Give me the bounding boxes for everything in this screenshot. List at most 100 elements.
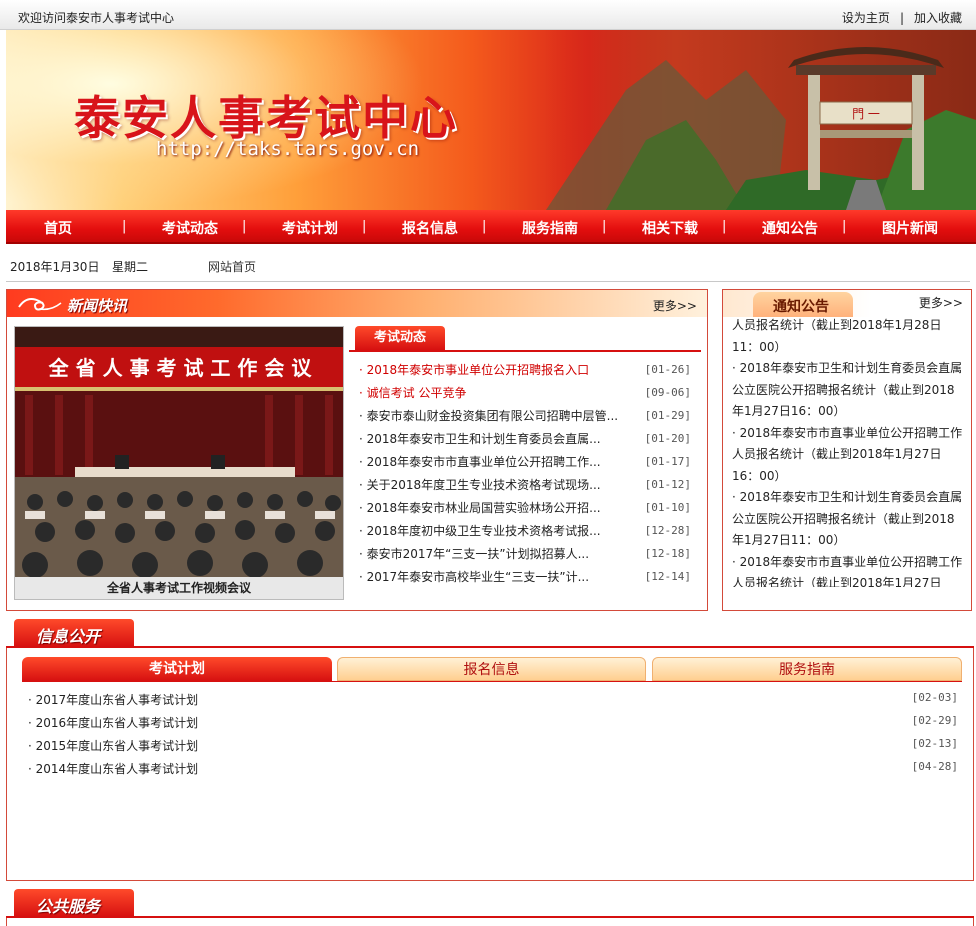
nav-service-guide[interactable]: 服务指南 xyxy=(500,218,600,238)
news-item-title[interactable]: · 2018年泰安市市直事业单位公开招聘工作... xyxy=(359,453,629,471)
public-service-title: 公共服务 xyxy=(36,897,101,916)
nav-registration-info[interactable]: 报名信息 xyxy=(380,218,480,238)
nav-separator: | xyxy=(362,219,367,234)
photo-caption[interactable]: 全省人事考试工作视频会议 xyxy=(15,577,343,599)
nav-downloads[interactable]: 相关下载 xyxy=(620,218,720,238)
list-item[interactable]: · 2018年泰安市事业单位公开招聘报名入口 [01-26] xyxy=(359,359,699,382)
tab-service-guide[interactable]: 服务指南 xyxy=(652,657,962,681)
site-home-link[interactable]: 网站首页 xyxy=(208,258,256,275)
news-panel: 全 省 人 事 考 试 工 作 会 议 全省人事考试工作视频会议 考试动态 · … xyxy=(6,317,708,611)
news-item-date: [01-17] xyxy=(644,455,691,468)
nav-exam-plan[interactable]: 考试计划 xyxy=(260,218,360,238)
list-item[interactable]: · 泰安市泰山财金投资集团有限公司招聘中层管... [01-29] xyxy=(359,405,699,428)
notice-item[interactable]: · 2018年泰安市市直事业单位公开招聘工作人员报名统计（截止到2018年1月2… xyxy=(732,552,964,588)
nav-separator: | xyxy=(842,219,847,234)
list-item[interactable]: · 2017年泰安市高校毕业生“三支一扶”计... [12-14] xyxy=(359,566,699,589)
nav-separator: | xyxy=(482,219,487,234)
main-nav: 首页 | 考试动态 | 考试计划 | 报名信息 | 服务指南 | 相关下载 | … xyxy=(6,210,976,244)
news-item-date: [01-26] xyxy=(644,363,691,376)
taishan-gate-scene: 門 一 xyxy=(546,30,976,210)
plan-item-title[interactable]: · 2016年度山东省人事考试计划 xyxy=(28,714,198,731)
news-item-title[interactable]: · 2018年泰安市卫生和计划生育委员会直属... xyxy=(359,430,629,448)
nav-separator: | xyxy=(242,219,247,234)
news-item-date: [12-14] xyxy=(644,570,691,583)
nav-separator: | xyxy=(722,219,727,234)
news-photo[interactable]: 全 省 人 事 考 试 工 作 会 议 全省人事考试工作视频会议 xyxy=(14,326,344,600)
list-item[interactable]: · 2018年泰安市卫生和计划生育委员会直属... [01-20] xyxy=(359,428,699,451)
notice-panel-header: 通知公告 更多>> xyxy=(722,289,972,318)
top-bar: 欢迎访问泰安市人事考试中心 设为主页 | 加入收藏 xyxy=(0,0,976,30)
news-panel-header: 新闻快讯 更多>> xyxy=(6,289,708,317)
news-item-date: [01-10] xyxy=(644,501,691,514)
list-item[interactable]: · 2017年度山东省人事考试计划 [02-03] xyxy=(28,688,958,711)
header-banner: 門 一 泰安人事考试中心 http://taks.tars.gov.cn xyxy=(6,30,976,210)
nav-separator: | xyxy=(122,219,127,234)
plan-item-date: [02-03] xyxy=(911,691,958,704)
nav-exam-news[interactable]: 考试动态 xyxy=(140,218,240,238)
news-item-date: [09-06] xyxy=(644,386,691,399)
tab-registration-info[interactable]: 报名信息 xyxy=(337,657,646,681)
list-item[interactable]: · 2018年度初中级卫生专业技术资格考试报... [12-28] xyxy=(359,520,699,543)
news-item-date: [12-28] xyxy=(644,524,691,537)
notice-scroll-list[interactable]: 人员报名统计（截止到2018年1月28日11：00） · 2018年泰安市卫生和… xyxy=(732,317,964,587)
nav-photo-news[interactable]: 图片新闻 xyxy=(860,218,960,238)
news-item-date: [12-18] xyxy=(644,547,691,560)
gate-sign-text: 門 一 xyxy=(852,107,880,121)
public-service-panel xyxy=(6,918,974,926)
list-item[interactable]: · 2016年度山东省人事考试计划 [02-29] xyxy=(28,711,958,734)
notice-panel: 人员报名统计（截止到2018年1月28日11：00） · 2018年泰安市卫生和… xyxy=(722,317,972,611)
date-bar: 2018年1月30日 星期二 网站首页 xyxy=(6,248,970,282)
notice-item[interactable]: · 2018年泰安市卫生和计划生育委员会直属公立医院公开招聘报名统计（截止到20… xyxy=(732,358,964,423)
top-links: 设为主页 | 加入收藏 xyxy=(842,9,962,26)
tab-underline xyxy=(349,350,701,352)
plan-item-title[interactable]: · 2014年度山东省人事考试计划 xyxy=(28,760,198,777)
plan-item-title[interactable]: · 2015年度山东省人事考试计划 xyxy=(28,737,198,754)
news-item-title[interactable]: · 2018年度初中级卫生专业技术资格考试报... xyxy=(359,522,629,540)
news-item-date: [01-20] xyxy=(644,432,691,445)
list-item[interactable]: · 2015年度山东省人事考试计划 [02-13] xyxy=(28,734,958,757)
news-item-title[interactable]: · 2017年泰安市高校毕业生“三支一扶”计... xyxy=(359,568,629,586)
photo-banner-text: 全 省 人 事 考 试 工 作 会 议 xyxy=(48,356,313,380)
news-item-title[interactable]: · 泰安市泰山财金投资集团有限公司招聘中层管... xyxy=(359,407,629,425)
nav-separator: | xyxy=(602,219,607,234)
public-service-tab: 公共服务 xyxy=(14,889,134,917)
top-separator: | xyxy=(899,11,904,25)
list-item[interactable]: · 泰安市2017年“三支一扶”计划拟招募人... [12-18] xyxy=(359,543,699,566)
current-weekday: 星期二 xyxy=(112,260,149,274)
list-item[interactable]: · 2014年度山东省人事考试计划 [04-28] xyxy=(28,757,958,780)
exam-plan-list: · 2017年度山东省人事考试计划 [02-03] · 2016年度山东省人事考试… xyxy=(28,688,958,780)
plan-item-date: [02-13] xyxy=(911,737,958,750)
set-home-link[interactable]: 设为主页 xyxy=(842,11,890,25)
current-date: 2018年1月30日 xyxy=(10,260,100,274)
plan-item-date: [02-29] xyxy=(911,714,958,727)
news-item-title[interactable]: · 诚信考试 公平竞争 xyxy=(359,384,629,402)
list-item[interactable]: · 诚信考试 公平竞争 [09-06] xyxy=(359,382,699,405)
nav-notices[interactable]: 通知公告 xyxy=(740,218,840,238)
plan-item-title[interactable]: · 2017年度山东省人事考试计划 xyxy=(28,691,198,708)
tab-exam-news[interactable]: 考试动态 xyxy=(355,326,445,350)
notice-item[interactable]: · 2018年泰安市市直事业单位公开招聘工作人员报名统计（截止到2018年1月2… xyxy=(732,423,964,488)
info-panel: 考试计划 报名信息 服务指南 · 2017年度山东省人事考试计划 [02-03] … xyxy=(6,648,974,881)
list-item[interactable]: · 关于2018年度卫生专业技术资格考试现场... [01-12] xyxy=(359,474,699,497)
subtab-underline xyxy=(22,681,962,682)
info-section-tab: 信息公开 xyxy=(14,619,134,647)
bookmark-link[interactable]: 加入收藏 xyxy=(914,11,962,25)
notice-panel-title: 通知公告 xyxy=(773,299,829,315)
notice-item[interactable]: · 2018年泰安市卫生和计划生育委员会直属公立医院公开招聘报名统计（截止到20… xyxy=(732,487,964,552)
list-item[interactable]: · 2018年泰安市林业局国营实验林场公开招... [01-10] xyxy=(359,497,699,520)
notice-more-link[interactable]: 更多>> xyxy=(919,294,963,311)
news-item-title[interactable]: · 关于2018年度卫生专业技术资格考试现场... xyxy=(359,476,629,494)
news-item-date: [01-12] xyxy=(644,478,691,491)
list-item[interactable]: · 2018年泰安市市直事业单位公开招聘工作... [01-17] xyxy=(359,451,699,474)
site-url: http://taks.tars.gov.cn xyxy=(156,138,420,160)
notice-item[interactable]: 人员报名统计（截止到2018年1月28日11：00） xyxy=(732,317,964,358)
news-item-title[interactable]: · 2018年泰安市事业单位公开招聘报名入口 xyxy=(359,361,629,379)
plan-item-date: [04-28] xyxy=(911,760,958,773)
nav-home[interactable]: 首页 xyxy=(8,218,108,238)
news-item-title[interactable]: · 泰安市2017年“三支一扶”计划拟招募人... xyxy=(359,545,629,563)
info-section-title: 信息公开 xyxy=(36,627,101,646)
news-more-link[interactable]: 更多>> xyxy=(653,297,697,314)
conference-photo-image: 全 省 人 事 考 试 工 作 会 议 xyxy=(15,327,343,579)
tab-exam-plan[interactable]: 考试计划 xyxy=(22,657,332,681)
news-item-title[interactable]: · 2018年泰安市林业局国营实验林场公开招... xyxy=(359,499,629,517)
